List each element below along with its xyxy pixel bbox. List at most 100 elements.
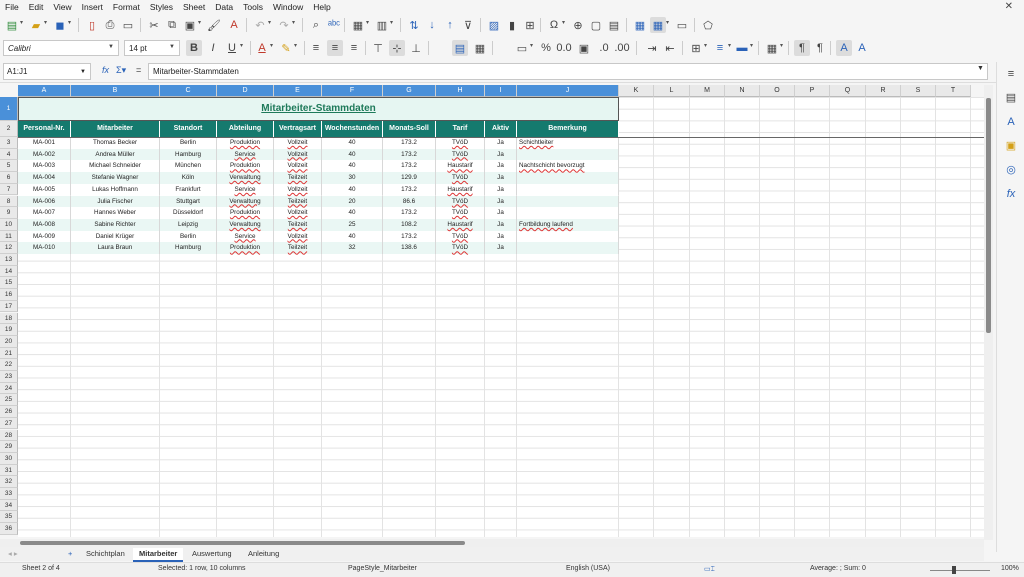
sheet-tab-anleitung[interactable]: Anleitung [242, 548, 285, 560]
data-cell[interactable]: München [160, 160, 217, 173]
data-cell[interactable]: 129.9 [383, 172, 436, 184]
format-as-currency-icon[interactable]: ▭ [514, 40, 530, 56]
font-size-box[interactable]: 14 pt ▼ [124, 40, 180, 56]
row-header-10[interactable]: 10 [0, 218, 18, 231]
data-cell[interactable]: Vollzeit [274, 160, 322, 173]
data-cell[interactable]: Stuttgart [160, 195, 217, 208]
data-cell[interactable]: Service [217, 183, 274, 196]
data-cell[interactable]: 40 [322, 183, 383, 196]
data-cell[interactable]: 30 [322, 172, 383, 184]
data-cell[interactable]: Hamburg [160, 242, 217, 254]
data-cell[interactable]: Düsseldorf [160, 207, 217, 219]
highlight-color-icon[interactable]: ✎ [278, 40, 294, 56]
export-pdf-icon[interactable]: ▯ [84, 17, 100, 33]
header-cell[interactable]: Vertragsart [274, 121, 322, 137]
expand-formula-icon[interactable]: ▼ [977, 65, 984, 72]
sheet-tab-auswertung[interactable]: Auswertung [186, 548, 238, 560]
undo-icon[interactable]: ↶ [252, 17, 268, 33]
data-cell[interactable]: Stefanie Wagner [71, 172, 160, 184]
format-as-number-icon[interactable]: 0.0 [556, 40, 572, 56]
data-cell[interactable]: 40 [322, 230, 383, 243]
clear-formatting-icon[interactable]: A [226, 17, 242, 33]
font-color-dropdown-icon[interactable]: ▾ [270, 42, 273, 49]
border-style-icon[interactable]: ≡ [712, 40, 728, 56]
pivot-table-icon[interactable]: ⊞ [522, 17, 538, 33]
sort-icon[interactable]: ⇅ [406, 17, 422, 33]
formula-equals-icon[interactable]: = [136, 65, 141, 75]
data-cell[interactable]: Berlin [160, 230, 217, 243]
row-header-3[interactable]: 3 [0, 137, 18, 149]
row-header-32[interactable]: 32 [0, 476, 18, 488]
row-header-21[interactable]: 21 [0, 347, 18, 360]
data-cell[interactable]: MA-007 [18, 207, 71, 219]
header-cell[interactable]: Mitarbeiter [71, 121, 160, 137]
row-header-11[interactable]: 11 [0, 230, 18, 243]
page-style[interactable]: PageStyle_Mitarbeiter [348, 565, 417, 572]
increase-indent-icon[interactable]: ⇥ [644, 40, 660, 56]
data-cell[interactable]: 20 [322, 195, 383, 208]
data-cell[interactable]: Teilzeit [274, 172, 322, 184]
menu-item-view[interactable]: View [48, 2, 76, 12]
column-header-g[interactable]: G [383, 85, 436, 97]
show-draw-functions-icon[interactable]: ⬠ [700, 17, 716, 33]
column-header-m[interactable]: M [690, 85, 725, 97]
row-header-30[interactable]: 30 [0, 452, 18, 465]
data-cell[interactable]: Ja [485, 195, 517, 208]
row-header-28[interactable]: 28 [0, 429, 18, 442]
data-cell[interactable]: Ja [485, 183, 517, 196]
column-dropdown-icon[interactable]: ▾ [390, 19, 393, 26]
format-as-percent-icon[interactable]: % [538, 40, 554, 56]
cut-icon[interactable]: ✂ [146, 17, 162, 33]
data-cell[interactable]: Hannes Weber [71, 207, 160, 219]
row-header-26[interactable]: 26 [0, 406, 18, 418]
row-header-15[interactable]: 15 [0, 277, 18, 290]
data-cell[interactable]: 108.2 [383, 218, 436, 231]
data-cell[interactable]: Lukas Hoffmann [71, 183, 160, 196]
currency-dropdown-icon[interactable]: ▾ [530, 42, 533, 49]
freeze-rows-columns-icon[interactable]: ▦ [650, 17, 666, 33]
zoom-level[interactable]: 100% [1001, 565, 1019, 572]
row-header-7[interactable]: 7 [0, 183, 18, 196]
column-header-q[interactable]: Q [830, 85, 866, 97]
data-cell[interactable]: MA-003 [18, 160, 71, 173]
wrap-text-icon[interactable]: ▤ [452, 40, 468, 56]
menu-item-window[interactable]: Window [268, 2, 308, 12]
borders-icon[interactable]: ⊞ [688, 40, 704, 56]
language-status[interactable]: English (USA) [566, 565, 610, 572]
function-wizard-icon[interactable]: fx [102, 65, 109, 75]
data-cell[interactable]: TVöD [436, 137, 485, 149]
comment-icon[interactable]: ▢ [588, 17, 604, 33]
row-header-8[interactable]: 8 [0, 195, 18, 208]
column-header-n[interactable]: N [725, 85, 760, 97]
data-cell[interactable] [517, 148, 619, 161]
row-icon[interactable]: ▦ [350, 17, 366, 33]
menu-item-sheet[interactable]: Sheet [178, 2, 210, 12]
data-cell[interactable]: Teilzeit [274, 195, 322, 208]
menu-item-edit[interactable]: Edit [24, 2, 49, 12]
data-cell[interactable]: MA-002 [18, 148, 71, 161]
selection-mode-icon[interactable]: ▭⌶ [704, 565, 715, 574]
functions-icon[interactable]: fx [1003, 186, 1019, 202]
data-cell[interactable]: Frankfurt [160, 183, 217, 196]
merge-center-icon[interactable]: ▦ [472, 40, 488, 56]
data-cell[interactable]: Vollzeit [274, 230, 322, 243]
header-cell[interactable]: Standort [160, 121, 217, 137]
data-cell[interactable]: Produktion [217, 137, 274, 149]
column-header-i[interactable]: I [485, 85, 517, 97]
data-cell[interactable]: Ja [485, 160, 517, 173]
data-cell[interactable]: MA-006 [18, 195, 71, 208]
sort-descending-icon[interactable]: ↑ [442, 17, 458, 33]
column-header-a[interactable]: A [18, 85, 71, 97]
data-cell[interactable]: Sabine Richter [71, 218, 160, 231]
left-to-right-icon[interactable]: ¶ [794, 40, 810, 56]
print-preview-icon[interactable]: ▭ [120, 17, 136, 33]
row-header-19[interactable]: 19 [0, 324, 18, 336]
menu-item-format[interactable]: Format [108, 2, 145, 12]
data-cell[interactable]: Teilzeit [274, 218, 322, 231]
clone-formatting-icon[interactable]: 🖌 [206, 17, 222, 33]
data-cell[interactable]: Ja [485, 242, 517, 254]
text-vertical-icon[interactable]: A [854, 40, 870, 56]
data-cell[interactable]: MA-005 [18, 183, 71, 196]
freeze-dropdown-icon[interactable]: ▾ [666, 19, 669, 26]
sheet-tab-mitarbeiter[interactable]: Mitarbeiter [133, 548, 184, 562]
